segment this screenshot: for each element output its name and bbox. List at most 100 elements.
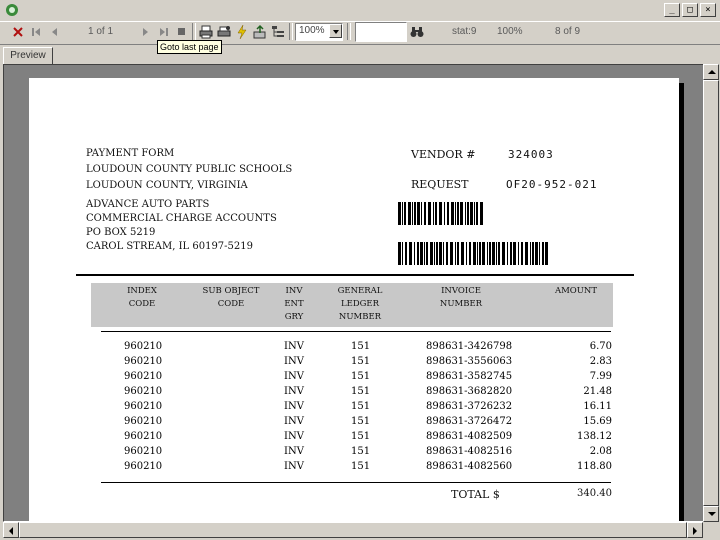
table-row: 960210 INV 151 898631-4082516 2.08 [29, 446, 679, 461]
index-cell: 960210 [124, 386, 163, 397]
app-icon [6, 4, 18, 16]
table-row: 960210 INV 151 898631-3726472 15.69 [29, 416, 679, 431]
inv-cell: INV [284, 341, 304, 352]
amount-cell: 21.48 [583, 386, 612, 397]
amount-cell: 138.12 [577, 431, 612, 442]
amount-cell: 2.83 [589, 356, 612, 367]
inv-cell: INV [284, 446, 304, 457]
vertical-scrollbar[interactable] [703, 64, 719, 522]
table-header: INDEX CODE SUB OBJECT CODE INV ENT GRY G… [91, 283, 613, 327]
header-general-ledger: GENERAL LEDGER NUMBER [337, 286, 383, 322]
last-page-icon[interactable] [156, 24, 172, 40]
report-page: PAYMENT FORM LOUDOUN COUNTY PUBLIC SCHOO… [29, 78, 679, 521]
header-inv-ent: INV ENT GRY [284, 286, 304, 322]
print-setup-icon[interactable] [216, 24, 232, 40]
lightning-icon[interactable] [234, 24, 250, 40]
index-cell: 960210 [124, 356, 163, 367]
index-cell: 960210 [124, 341, 163, 352]
address-line: CAROL STREAM, IL 60197-5219 [86, 241, 253, 252]
maximize-button[interactable]: □ [682, 3, 698, 17]
amount-cell: 6.70 [589, 341, 612, 352]
ledger-cell: 151 [351, 386, 371, 397]
table-row: 960210 INV 151 898631-4082560 118.80 [29, 461, 679, 476]
title-line: PAYMENT FORM [86, 148, 175, 159]
header-amount: AMOUNT [554, 286, 598, 296]
horizontal-scrollbar[interactable] [3, 522, 703, 538]
barcode-vendor [398, 202, 483, 225]
inv-cell: INV [284, 461, 304, 472]
close-window-button[interactable]: × [700, 3, 716, 17]
scroll-down-button[interactable] [703, 506, 719, 522]
index-cell: 960210 [124, 431, 163, 442]
table-row: 960210 INV 151 898631-3726232 16.11 [29, 401, 679, 416]
status-text: stat:9 [452, 26, 477, 37]
index-cell: 960210 [124, 461, 163, 472]
index-cell: 960210 [124, 416, 163, 427]
invoice-cell: 898631-3426798 [426, 341, 513, 352]
next-page-icon[interactable] [138, 24, 154, 40]
index-cell: 960210 [124, 446, 163, 457]
first-page-icon[interactable] [28, 24, 44, 40]
toolbar-separator [289, 23, 293, 40]
horizontal-scroll-thumb[interactable] [19, 522, 687, 538]
barcode-request [398, 242, 548, 265]
invoice-cell: 898631-3682820 [426, 386, 513, 397]
amount-cell: 7.99 [589, 371, 612, 382]
total-label: TOTAL $ [451, 488, 500, 501]
search-input[interactable] [355, 22, 407, 42]
page-indicator: 1 of 1 [88, 26, 114, 37]
scroll-up-button[interactable] [703, 64, 719, 80]
title-bar: _ □ × [0, 0, 720, 20]
amount-cell: 16.11 [583, 401, 612, 412]
invoice-cell: 898631-3726232 [426, 401, 513, 412]
table-bottom-rule [101, 482, 611, 483]
amount-cell: 2.08 [589, 446, 612, 457]
invoice-cell: 898631-3556063 [426, 356, 513, 367]
export-icon[interactable] [252, 24, 268, 40]
header-invoice: INVOICE NUMBER [439, 286, 483, 309]
vendor-value: 324003 [508, 148, 554, 161]
ledger-cell: 151 [351, 431, 371, 442]
address-line: COMMERCIAL CHARGE ACCOUNTS [86, 213, 277, 224]
table-row: 960210 INV 151 898631-3582745 7.99 [29, 371, 679, 386]
report-viewer[interactable]: PAYMENT FORM LOUDOUN COUNTY PUBLIC SCHOO… [3, 64, 704, 522]
toolbar-separator [192, 23, 196, 40]
ledger-cell: 151 [351, 371, 371, 382]
zoom-select-value: 100% [299, 25, 325, 36]
index-cell: 960210 [124, 401, 163, 412]
ledger-cell: 151 [351, 461, 371, 472]
vertical-scroll-thumb[interactable] [703, 80, 719, 506]
scroll-right-button[interactable] [687, 522, 703, 538]
request-label: REQUEST [411, 178, 469, 191]
header-index: INDEX CODE [127, 286, 157, 309]
request-value: OF20-952-021 [506, 178, 598, 191]
binoculars-icon[interactable] [409, 24, 425, 40]
invoice-cell: 898631-4082516 [426, 446, 513, 457]
invoice-cell: 898631-3582745 [426, 371, 513, 382]
stop-icon[interactable] [174, 24, 190, 40]
inv-cell: INV [284, 431, 304, 442]
tab-strip: Preview [0, 44, 720, 66]
inv-cell: INV [284, 371, 304, 382]
title-line: LOUDOUN COUNTY PUBLIC SCHOOLS [86, 164, 293, 175]
previous-page-icon[interactable] [46, 24, 62, 40]
minimize-button[interactable]: _ [664, 3, 680, 17]
scroll-corner [703, 522, 719, 538]
inv-cell: INV [284, 401, 304, 412]
chevron-down-icon[interactable] [329, 24, 342, 38]
inv-cell: INV [284, 416, 304, 427]
inv-cell: INV [284, 386, 304, 397]
page-count: 8 of 9 [555, 26, 581, 37]
close-icon[interactable] [10, 24, 26, 40]
total-value: 340.40 [577, 488, 612, 499]
zoom-select[interactable]: 100% [295, 23, 343, 41]
inv-cell: INV [284, 356, 304, 367]
amount-cell: 118.80 [577, 461, 612, 472]
print-icon[interactable] [198, 24, 214, 40]
ledger-cell: 151 [351, 341, 371, 352]
table-row: 960210 INV 151 898631-4082509 138.12 [29, 431, 679, 446]
scroll-left-button[interactable] [3, 522, 19, 538]
ledger-cell: 151 [351, 401, 371, 412]
tree-view-icon[interactable] [270, 24, 286, 40]
invoice-cell: 898631-4082509 [426, 431, 513, 442]
